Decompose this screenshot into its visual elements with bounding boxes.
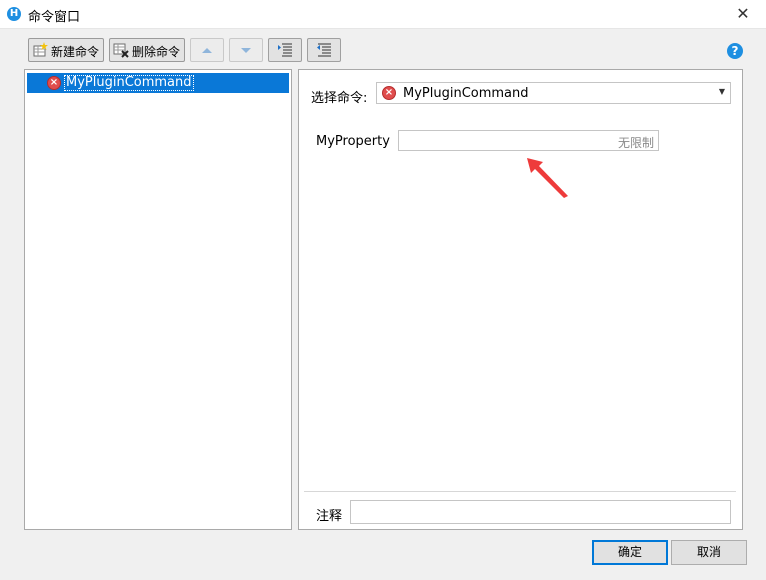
ok-button[interactable]: 确定 <box>592 540 668 565</box>
title-bar: H 命令窗口 ✕ <box>0 0 766 29</box>
command-select[interactable]: × MyPluginCommand ▼ <box>376 82 731 104</box>
property-input[interactable]: 无限制 <box>398 130 659 151</box>
tree-item-label: MyPluginCommand <box>64 75 194 91</box>
close-button[interactable]: ✕ <box>720 0 766 28</box>
cancel-button[interactable]: 取消 <box>671 540 747 565</box>
delete-command-icon <box>113 43 129 58</box>
move-up-icon <box>202 48 212 53</box>
move-up-button[interactable] <box>190 38 224 62</box>
indent-button[interactable] <box>268 38 302 62</box>
window-title: 命令窗口 <box>28 10 81 25</box>
annotation-arrow <box>527 158 568 198</box>
move-down-button[interactable] <box>229 38 263 62</box>
new-command-label: 新建命令 <box>51 45 100 59</box>
new-command-icon <box>33 42 48 57</box>
move-down-icon <box>241 48 251 53</box>
divider <box>304 491 736 492</box>
indent-icon <box>278 43 292 57</box>
tree-item-mycommand[interactable]: × MyPluginCommand <box>27 73 289 93</box>
delete-command-label: 删除命令 <box>132 45 181 59</box>
command-tree[interactable]: × MyPluginCommand <box>24 69 292 530</box>
error-icon: × <box>382 86 396 100</box>
error-icon: × <box>47 76 61 90</box>
property-label: MyProperty <box>316 134 390 149</box>
outdent-button[interactable] <box>307 38 341 62</box>
delete-command-button[interactable]: 删除命令 <box>109 38 185 62</box>
help-icon[interactable]: ? <box>727 43 743 59</box>
command-select-value: MyPluginCommand <box>403 86 529 101</box>
note-label: 注释 <box>316 509 343 524</box>
app-icon: H <box>7 7 21 21</box>
note-input[interactable] <box>350 500 731 524</box>
property-placeholder: 无限制 <box>617 136 654 150</box>
select-command-label: 选择命令: <box>311 91 368 106</box>
command-editor: 选择命令: × MyPluginCommand ▼ MyProperty 无限制… <box>298 69 743 530</box>
new-command-button[interactable]: 新建命令 <box>28 38 104 62</box>
chevron-down-icon: ▼ <box>718 87 725 96</box>
outdent-icon <box>317 43 331 57</box>
